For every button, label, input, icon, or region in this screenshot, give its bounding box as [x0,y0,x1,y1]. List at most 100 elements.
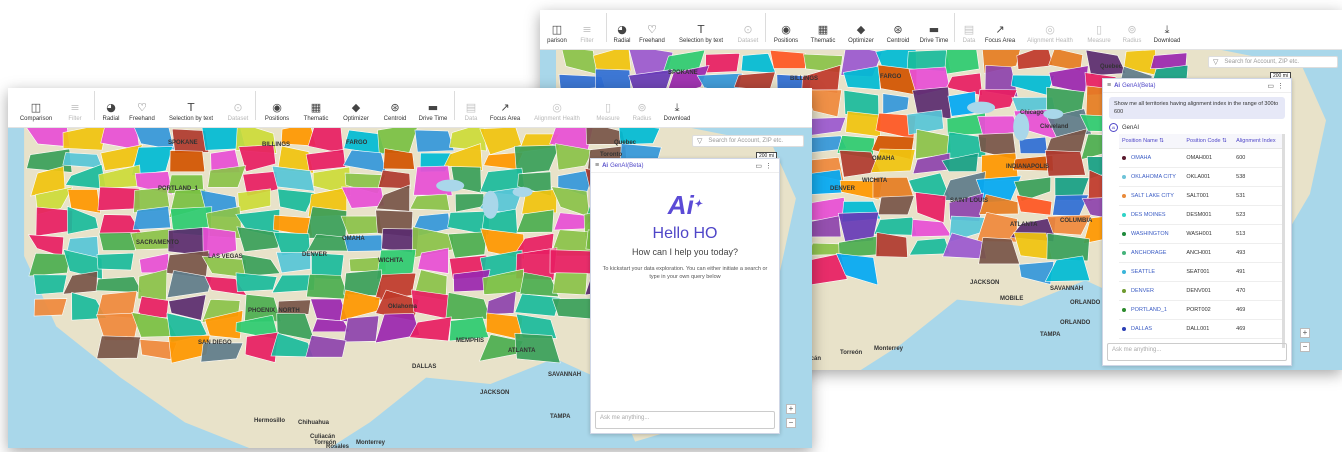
territory-region[interactable] [96,252,135,271]
territory-region[interactable] [169,150,206,173]
toolbar-button-measure[interactable]: ▯ Measure [1081,24,1117,45]
map-canvas[interactable]: ▽ Search for Account, ZIP etc. 200 mi + … [8,128,812,448]
table-row[interactable]: DES MOINES DESM001 523 [1119,205,1282,225]
toolbar-button-positions[interactable]: ◉ Positions [258,102,296,123]
position-name-cell[interactable]: SEATTLE [1119,262,1184,282]
toolbar-button-measure[interactable]: ▯ Measure [589,102,627,123]
table-row[interactable]: OMAHA OMAH001 600 [1119,148,1282,168]
map-search-input[interactable]: ▽ Search for Account, ZIP etc. [1208,56,1338,68]
zoom-in-button[interactable]: + [786,404,796,414]
table-row[interactable]: WASHINGTON WASH001 513 [1119,224,1282,244]
column-header-position-code[interactable]: Position Code ⇅ [1183,134,1234,149]
toolbar-button-centroid[interactable]: ⊛ Centroid [376,102,414,123]
table-row[interactable]: PORTLAND_1 PORT002 469 [1119,300,1282,320]
position-name-cell[interactable]: PORTLAND_1 [1119,300,1184,320]
position-name-cell[interactable]: ANCHORAGE [1119,243,1184,263]
more-icon[interactable]: ⋮ [765,163,775,170]
toolbar-button-focus-area[interactable]: ↗ Focus Area [981,24,1019,45]
zoom-out-button[interactable]: − [1300,342,1310,352]
territory-region[interactable] [132,206,171,230]
position-name-cell[interactable]: WASHINGTON [1119,224,1184,244]
toolbar-button-optimizer[interactable]: ◆ Optimizer [336,102,376,123]
toolbar-button-radius[interactable]: ⊚ Radius [627,102,657,123]
territory-region[interactable] [514,293,561,317]
toolbar-button-selection-by-text[interactable]: T Selection by text [669,24,733,45]
table-row[interactable]: SEATTLE SEAT001 491 [1119,262,1282,282]
toolbar-button-optimizer[interactable]: ◆ Optimizer [842,24,880,45]
territory-region[interactable] [845,111,882,138]
territory-region[interactable] [705,53,741,74]
more-icon[interactable]: ⋮ [1277,83,1287,90]
territory-region[interactable] [33,274,68,295]
toolbar-button-dataset[interactable]: ⊙ Dataset [733,24,763,45]
territory-region[interactable] [877,195,915,216]
toolbar-button-alignment-health[interactable]: ◎ Alignment Health [1019,24,1081,45]
toolbar-button-radial[interactable]: ◕ Radial [97,102,125,123]
toolbar-button-centroid[interactable]: ⊛ Centroid [880,24,916,45]
territory-region[interactable] [305,206,348,239]
table-row[interactable]: DENVER DENV001 470 [1119,281,1282,301]
toolbar-button-filter[interactable]: ≡ Filter [58,102,92,123]
map-search-input[interactable]: ▽ Search for Account, ZIP etc. [692,135,804,147]
toolbar-button-download[interactable]: ⤓ Download [657,102,697,123]
territory-region[interactable] [343,315,380,343]
toolbar-button-data[interactable]: ▤ Data [457,102,485,123]
minimize-icon[interactable]: ▭ [1267,83,1277,90]
territory-region[interactable] [551,297,596,320]
position-name-cell[interactable]: DENVER [1119,281,1184,301]
toolbar-button-thematic[interactable]: ▦ Thematic [296,102,336,123]
table-row[interactable]: OKLAHOMA CITY OKLA001 538 [1119,167,1282,187]
territory-region[interactable] [549,249,595,275]
territory-region[interactable] [769,50,806,69]
chevron-down-icon[interactable]: ▽ [697,137,702,145]
territory-region[interactable] [28,252,71,277]
position-name-cell[interactable]: OKLAHOMA CITY [1119,167,1184,187]
territory-region[interactable] [552,272,588,296]
territory-region[interactable] [96,335,141,359]
toolbar-button-filter[interactable]: ≡ Filter [570,24,604,45]
column-header-alignment-index[interactable]: Alignment Index [1233,134,1282,149]
position-name-cell[interactable]: DALLAS [1119,319,1184,339]
toolbar-button-parison[interactable]: ◫ parison [544,24,570,45]
position-name-cell[interactable]: SALT LAKE CITY [1119,186,1184,206]
toolbar-button-alignment-health[interactable]: ◎ Alignment Health [525,102,589,123]
position-name-cell[interactable]: OMAHA [1119,148,1184,168]
territory-region[interactable] [1044,150,1086,177]
toolbar-button-thematic[interactable]: ▦ Thematic [804,24,842,45]
toolbar-button-focus-area[interactable]: ↗ Focus Area [485,102,525,123]
territory-region[interactable] [62,152,104,169]
position-name-cell[interactable]: DES MOINES [1119,205,1184,225]
zoom-in-button[interactable]: + [1300,328,1310,338]
toolbar-button-freehand[interactable]: ♡ Freehand [125,102,159,123]
toolbar-button-positions[interactable]: ◉ Positions [768,24,804,45]
table-row[interactable]: ANCHORAGE ANCH001 493 [1119,243,1282,263]
toolbar-button-radius[interactable]: ⊚ Radius [1117,24,1147,45]
table-row[interactable]: DALLAS DALL001 469 [1119,319,1282,339]
territory-region[interactable] [447,231,488,259]
column-header-position-name[interactable]: Position Name ⇅ [1119,134,1184,149]
territory-region[interactable] [33,298,68,317]
toolbar-button-comparison[interactable]: ◫ Comparison [14,102,58,123]
toolbar-button-drive-time[interactable]: ▬ Drive Time [414,102,452,123]
toolbar-button-dataset[interactable]: ⊙ Dataset [223,102,253,123]
territory-region[interactable] [414,129,455,153]
ask-input[interactable]: Ask me anything... [595,411,775,429]
toolbar-button-selection-by-text[interactable]: T Selection by text [159,102,223,123]
territory-region[interactable] [340,215,383,235]
toolbar-button-drive-time[interactable]: ▬ Drive Time [916,24,952,45]
minimize-icon[interactable]: ▭ [755,163,765,170]
zoom-out-button[interactable]: − [786,418,796,428]
territory-region[interactable] [62,128,108,151]
menu-icon[interactable]: ≡ [595,162,599,169]
territory-region[interactable] [377,169,411,190]
chevron-down-icon[interactable]: ▽ [1213,58,1218,66]
territory-region[interactable] [95,276,143,293]
toolbar-button-data[interactable]: ▤ Data [957,24,981,45]
toolbar-button-freehand[interactable]: ♡ Freehand [635,24,669,45]
toolbar-button-download[interactable]: ⤓ Download [1147,24,1187,45]
toolbar-button-radial[interactable]: ◕ Radial [609,24,635,45]
ask-input[interactable]: Ask me anything... [1107,343,1287,361]
table-row[interactable]: SALT LAKE CITY SALT001 531 [1119,186,1282,206]
menu-icon[interactable]: ≡ [1107,82,1111,89]
territory-region[interactable] [873,216,918,236]
